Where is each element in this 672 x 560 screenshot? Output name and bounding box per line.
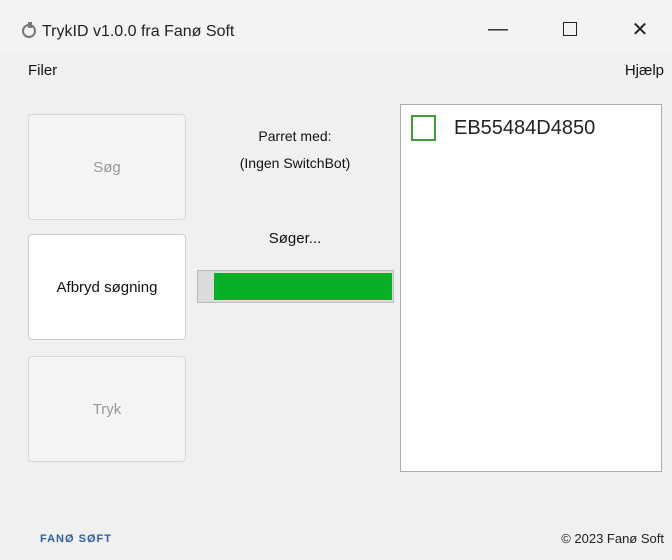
window-title: TrykID v1.0.0 fra Fanø Soft xyxy=(42,23,235,40)
pairing-status: Parret med: (Ingen SwitchBot) xyxy=(200,123,390,177)
copyright-text: © 2023 Fanø Soft xyxy=(561,531,664,546)
device-row[interactable]: EB55484D4850 xyxy=(411,115,595,141)
menu-help[interactable]: Hjælp xyxy=(625,62,664,79)
minimize-button[interactable]: — xyxy=(478,14,518,44)
stop-search-button[interactable]: Afbryd søgning xyxy=(28,234,186,340)
search-button[interactable]: Søg xyxy=(28,114,186,220)
paired-value: (Ingen SwitchBot) xyxy=(239,155,351,171)
menu-filer[interactable]: Filer xyxy=(28,62,57,79)
paired-label: Parret med: xyxy=(258,128,332,144)
menu-bar: Filer Hjælp xyxy=(0,52,672,88)
device-id: EB55484D4850 xyxy=(454,116,596,139)
timer-icon xyxy=(22,22,36,38)
close-button[interactable]: ✕ xyxy=(620,14,660,44)
maximize-button[interactable] xyxy=(550,14,590,44)
maximize-icon xyxy=(563,22,577,36)
device-checkbox[interactable] xyxy=(411,115,436,141)
press-button[interactable]: Tryk xyxy=(28,356,186,462)
progress-fill xyxy=(214,273,393,300)
app-window: TrykID v1.0.0 fra Fanø Soft — ✕ Filer Hj… xyxy=(0,0,672,560)
title-bar: TrykID v1.0.0 fra Fanø Soft — ✕ xyxy=(0,0,672,52)
brand-logo: FANØ SØFT xyxy=(40,533,112,545)
device-list[interactable]: EB55484D4850 xyxy=(400,104,662,472)
search-status: Søger... xyxy=(268,230,322,247)
progress-bar xyxy=(197,270,394,303)
